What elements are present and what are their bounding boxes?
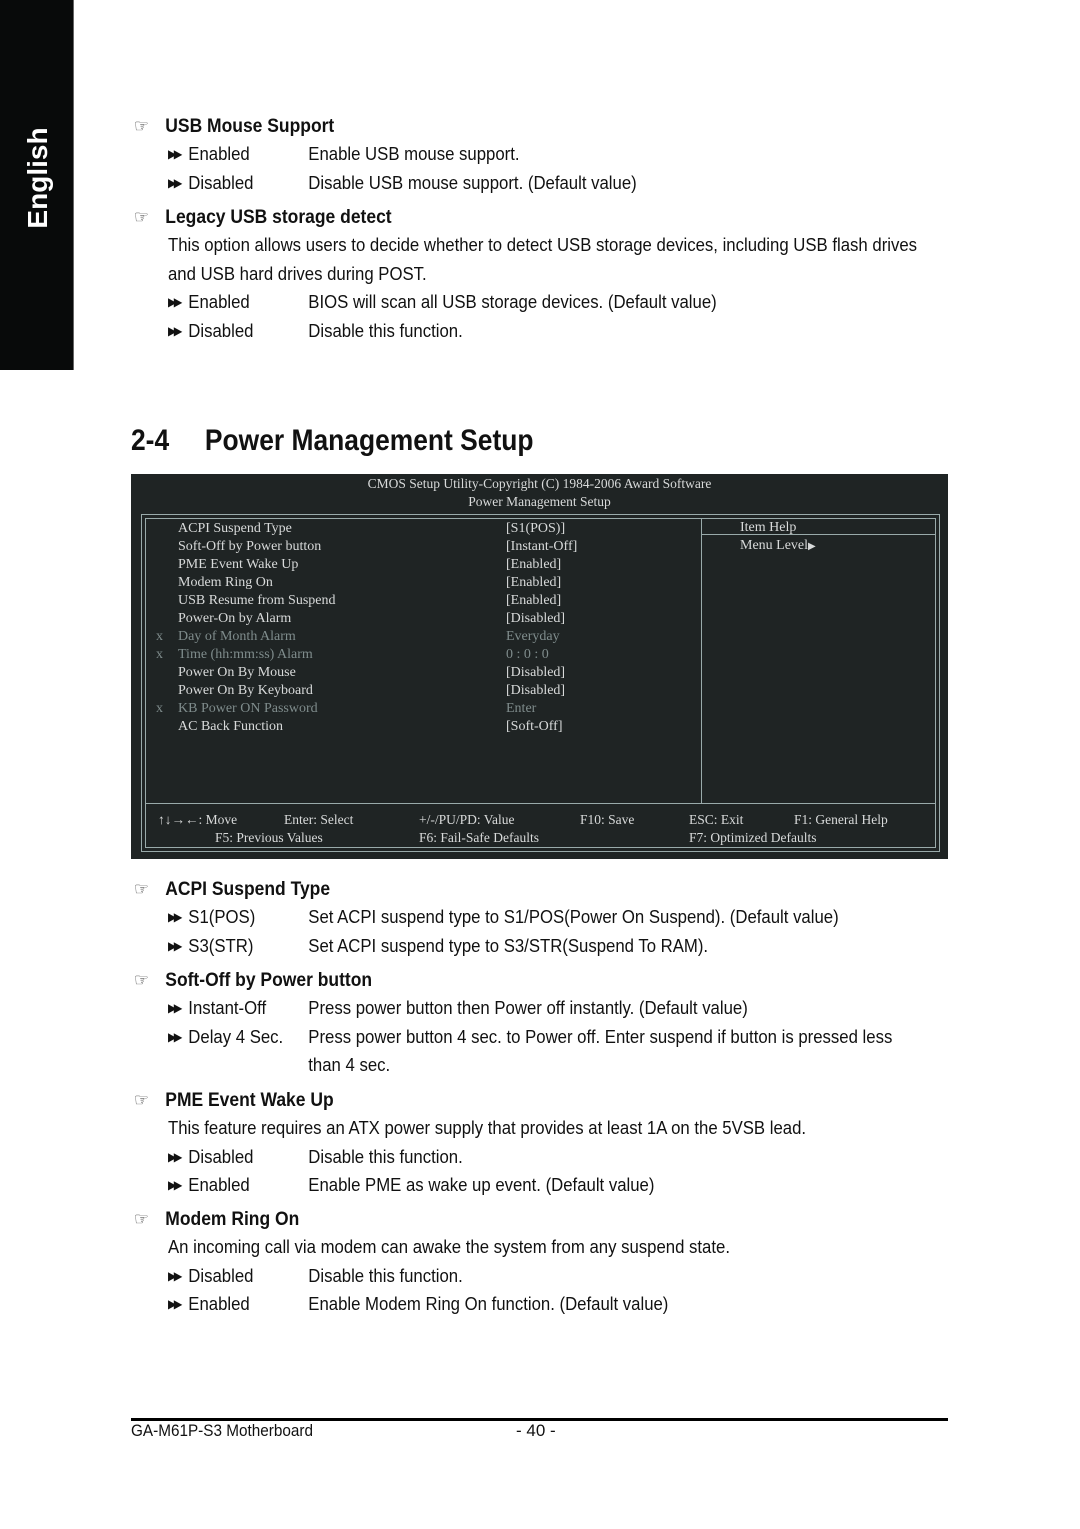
pointing-hand-icon: ☞ — [134, 879, 149, 899]
triangle-right-icon: ▶ — [808, 541, 816, 552]
section-description: An incoming call via modem can awake the… — [168, 1237, 730, 1257]
option-row: ▶▶ Enabled Enable PME as wake up event. (D… — [168, 1171, 899, 1200]
section-title: Legacy USB storage detect — [165, 207, 392, 228]
key-exit: ESC: Exit — [689, 812, 744, 827]
section-title: ACPI Suspend Type — [165, 879, 331, 900]
key-move: ↑↓→←: Move — [158, 812, 238, 827]
option-row: ▶▶ Delay 4 Sec. Press power button 4 sec. … — [168, 1023, 899, 1080]
option-row: ▶▶ Instant-Off Press power button then Pow… — [168, 994, 899, 1023]
section-description: This feature requires an ATX power suppl… — [168, 1118, 807, 1138]
section-usb-mouse-support: ☞ USB Mouse Support ▶▶ Enabled Enable USB m… — [134, 112, 954, 197]
footer-model: GA-M61P-S3 Motherboard — [131, 1421, 313, 1440]
section-title: USB Mouse Support — [165, 116, 335, 137]
bios-screenshot: CMOS Setup Utility-Copyright (C) 1984-20… — [131, 474, 948, 859]
option-row: ▶▶ Enabled Enable Modem Ring On function. … — [168, 1290, 899, 1319]
section-title: Modem Ring On — [165, 1209, 300, 1230]
divider — [701, 534, 935, 535]
option-row: ▶▶ Enabled BIOS will scan all USB storage … — [168, 288, 899, 317]
page-title: 2-4 Power Management Setup — [131, 424, 534, 458]
section-pme-event-wake-up: ☞ PME Event Wake Up This feature requires… — [134, 1086, 954, 1200]
double-arrow-icon: ▶▶ — [168, 147, 182, 161]
section-number: 2-4 — [131, 424, 170, 457]
page-number: - 40 - — [516, 1421, 556, 1440]
option-row: ▶▶ S1(POS) Set ACPI suspend type to S1/POS… — [168, 903, 899, 932]
section-modem-ring-on: ☞ Modem Ring On An incoming call via mode… — [134, 1205, 954, 1319]
option-row: ▶▶ S3(STR) Set ACPI suspend type to S3/STR… — [168, 932, 899, 961]
divider — [146, 803, 935, 804]
double-arrow-icon: ▶▶ — [168, 1178, 182, 1192]
double-arrow-icon: ▶▶ — [168, 175, 182, 190]
pointing-hand-icon: ☞ — [134, 1209, 149, 1229]
key-optimized: F7: Optimized Defaults — [689, 830, 817, 845]
key-select: Enter: Select — [284, 812, 354, 827]
key-previous-values: F5: Previous Values — [215, 830, 323, 845]
double-arrow-icon: ▶▶ — [168, 1001, 182, 1015]
section-soft-off-power-button: ☞ Soft-Off by Power button ▶▶ Instant-Off P… — [134, 966, 954, 1080]
key-save: F10: Save — [580, 812, 635, 827]
double-arrow-icon: ▶▶ — [168, 295, 182, 309]
item-help-title: Item Help — [740, 520, 797, 535]
key-value: +/-/PU/PD: Value — [419, 812, 515, 827]
option-row: ▶▶ Disabled Disable this function. — [168, 1262, 899, 1291]
double-arrow-icon: ▶▶ — [168, 1029, 182, 1044]
divider — [701, 519, 702, 803]
pointing-hand-icon: ☞ — [134, 207, 149, 227]
double-arrow-icon: ▶▶ — [168, 910, 182, 924]
bios-copyright: CMOS Setup Utility-Copyright (C) 1984-20… — [367, 476, 712, 491]
menu-level: Menu Level▶ — [740, 538, 816, 553]
pointing-hand-icon: ☞ — [134, 116, 149, 136]
section-acpi-suspend-type: ☞ ACPI Suspend Type ▶▶ S1(POS) Set ACPI sus… — [134, 875, 954, 960]
language-tab: English — [0, 0, 74, 370]
double-arrow-icon: ▶▶ — [168, 323, 182, 338]
key-help: F1: General Help — [794, 812, 888, 827]
option-row: ▶▶ Enabled Enable USB mouse support. — [168, 140, 899, 169]
section-legacy-usb-storage-detect: ☞ Legacy USB storage detect This option a… — [134, 203, 954, 345]
pointing-hand-icon: ☞ — [134, 970, 149, 990]
section-heading: Power Management Setup — [204, 424, 534, 457]
double-arrow-icon: ▶▶ — [168, 938, 182, 953]
option-row: ▶▶ Disabled Disable this function. — [168, 1143, 899, 1172]
double-arrow-icon: ▶▶ — [168, 1297, 182, 1311]
pointing-hand-icon: ☞ — [134, 1090, 149, 1110]
key-failsafe: F6: Fail-Safe Defaults — [419, 830, 539, 845]
bios-screen-title: Power Management Setup — [468, 494, 611, 509]
language-label: English — [22, 127, 53, 229]
option-row: ▶▶ Disabled Disable USB mouse support. (De… — [168, 169, 899, 198]
double-arrow-icon: ▶▶ — [168, 1268, 182, 1283]
double-arrow-icon: ▶▶ — [168, 1149, 182, 1164]
section-title: PME Event Wake Up — [165, 1090, 334, 1111]
section-title: Soft-Off by Power button — [165, 970, 373, 991]
option-row: ▶▶ Disabled Disable this function. — [168, 317, 899, 346]
bios-frame: ACPI Suspend Type [S1(POS)] Soft-Off by P… — [141, 514, 940, 852]
section-description: This option allows users to decide wheth… — [168, 235, 918, 284]
